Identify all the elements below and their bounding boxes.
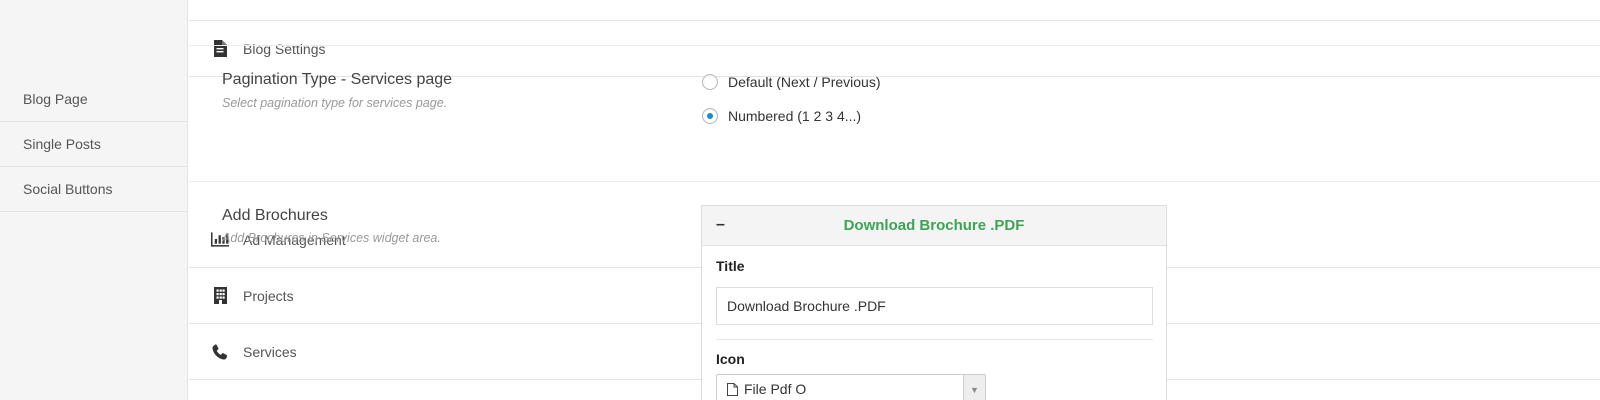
section-divider: [189, 181, 1600, 182]
brochures-title: Add Brochures: [222, 207, 328, 224]
brochure-title-input[interactable]: [716, 287, 1153, 325]
sidebar-item-blog-page[interactable]: Blog Page: [0, 77, 188, 122]
sidebar-item-social-buttons[interactable]: Social Buttons: [0, 167, 188, 212]
radio-numbered-pagination[interactable]: Numbered (1 2 3 4...): [702, 108, 861, 124]
document-icon: [211, 40, 229, 58]
section-divider: [189, 45, 1600, 46]
sidebar-item-label: Services: [243, 343, 297, 360]
icon-select[interactable]: File Pdf O ▼: [716, 374, 986, 400]
radio-default-pagination[interactable]: Default (Next / Previous): [702, 74, 881, 90]
sidebar-item-label: Blog Settings: [243, 40, 326, 57]
brochure-widget: – Download Brochure .PDF Title Icon File…: [701, 205, 1167, 400]
sidebar-item-partial[interactable]: [189, 0, 1600, 21]
brochures-description: Add Brochures in Services widget area.: [222, 231, 441, 245]
brochure-widget-title: Download Brochure .PDF: [843, 217, 1025, 234]
title-field-label: Title: [716, 258, 745, 274]
sidebar-item-single-posts[interactable]: Single Posts: [0, 122, 188, 167]
icon-select-value: File Pdf O: [744, 381, 807, 397]
sidebar-item-blog-settings[interactable]: Blog Settings: [189, 21, 1600, 77]
phone-icon: [211, 343, 229, 361]
sidebar-item-label: Social Buttons: [23, 181, 113, 197]
brochure-widget-header[interactable]: – Download Brochure .PDF: [702, 206, 1166, 246]
building-icon: [211, 287, 229, 305]
radio-label: Default (Next / Previous): [728, 74, 881, 90]
pagination-title: Pagination Type - Services page: [222, 71, 453, 88]
field-divider: [716, 339, 1153, 340]
sidebar: Blog Settings Blog Page Single Posts Soc…: [0, 0, 1600, 400]
radio-button-checked[interactable]: [702, 108, 718, 124]
collapse-toggle[interactable]: –: [716, 216, 725, 234]
radio-button[interactable]: [702, 74, 718, 90]
file-pdf-icon: [727, 382, 738, 396]
sidebar-item-label: Projects: [243, 287, 294, 304]
sidebar-item-label: Single Posts: [23, 136, 101, 152]
radio-label: Numbered (1 2 3 4...): [728, 108, 862, 124]
icon-field-label: Icon: [716, 351, 745, 367]
sidebar-item-label: Blog Page: [23, 91, 88, 107]
chevron-down-icon[interactable]: ▼: [963, 375, 985, 400]
pagination-description: Select pagination type for services page…: [222, 96, 448, 110]
